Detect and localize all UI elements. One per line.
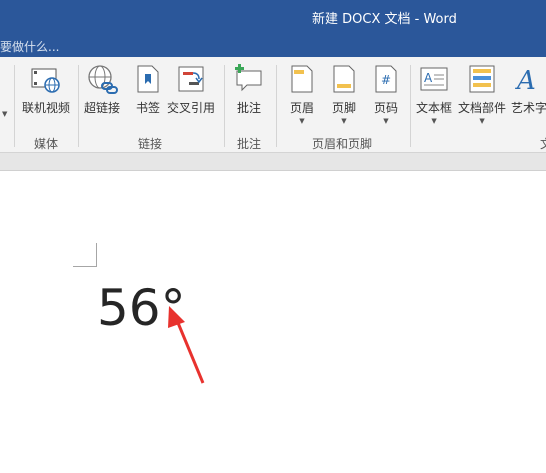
document-page[interactable] (0, 171, 546, 473)
tell-me-bar: 要做什么... (0, 35, 546, 57)
comment-label: 批注 (236, 101, 261, 115)
page-number-icon: # (370, 63, 402, 95)
footer-button[interactable]: 页脚 ▼ (328, 63, 360, 125)
chevron-down-icon[interactable]: ▼ (299, 118, 304, 125)
bookmark-label: 书签 (135, 101, 160, 115)
footer-icon (328, 63, 360, 95)
title-bar: 新建 DOCX 文档 - Word (0, 0, 546, 35)
quick-parts-icon (466, 63, 498, 95)
document-text[interactable]: 56° (97, 279, 186, 337)
text-box-label: 文本框 (416, 101, 453, 115)
cross-reference-label: 交叉引用 (167, 101, 216, 115)
group-label-comments: 批注 (237, 137, 262, 151)
page-number-label: 页码 (373, 101, 398, 115)
chevron-down-icon[interactable]: ▼ (479, 118, 484, 125)
hyperlink-label: 超链接 (84, 101, 121, 115)
quick-parts-label: 文档部件 (458, 101, 507, 115)
bookmark-icon (132, 63, 164, 95)
svg-text:A: A (515, 66, 536, 95)
group-label-media: 媒体 (34, 137, 59, 151)
group-separator (224, 65, 225, 147)
ribbon-insert: ▼ 联机视频 媒体 超链接 书签 交叉引用 链接 批注 批注 页眉 ▼ 页脚 ▼… (0, 57, 546, 153)
online-video-label: 联机视频 (22, 101, 71, 115)
text-box-button[interactable]: A 文本框 ▼ (416, 63, 452, 125)
svg-text:#: # (381, 73, 391, 87)
bookmark-button[interactable]: 书签 (132, 63, 164, 116)
wordart-icon: A (511, 63, 543, 96)
quick-parts-button[interactable]: 文档部件 ▼ (458, 63, 506, 125)
chevron-down-icon[interactable]: ▼ (431, 118, 436, 125)
chevron-down-icon[interactable]: ▼ (341, 118, 346, 125)
header-label: 页眉 (289, 101, 314, 115)
cross-reference-button[interactable]: 交叉引用 (167, 63, 215, 116)
group-separator (276, 65, 277, 147)
text-box-icon: A (418, 63, 450, 95)
group-separator (78, 65, 79, 147)
chevron-down-icon[interactable]: ▼ (383, 118, 388, 125)
group-separator (410, 65, 411, 147)
margin-corner-mark (96, 243, 97, 267)
group-label-text: 文 (540, 135, 546, 152)
chevron-down-icon[interactable]: ▼ (2, 111, 7, 118)
svg-text:A: A (424, 71, 433, 85)
wordart-button[interactable]: A 艺术字 (511, 63, 546, 116)
online-video-button[interactable]: 联机视频 (22, 63, 70, 116)
group-label-header-footer: 页眉和页脚 (312, 137, 373, 151)
header-icon (286, 63, 318, 95)
globe-link-icon (86, 63, 118, 95)
wordart-label: 艺术字 (511, 101, 546, 115)
header-button[interactable]: 页眉 ▼ (286, 63, 318, 125)
hyperlink-button[interactable]: 超链接 (84, 63, 120, 116)
tell-me-input[interactable]: 要做什么... (0, 38, 59, 55)
window-title: 新建 DOCX 文档 - Word (312, 12, 457, 27)
group-separator (14, 65, 15, 147)
group-label-links: 链接 (138, 137, 163, 151)
ruler-gap (0, 153, 546, 171)
cross-reference-icon (175, 63, 207, 95)
film-globe-icon (30, 63, 62, 95)
comment-button[interactable]: 批注 (233, 63, 265, 116)
footer-label: 页脚 (331, 101, 356, 115)
margin-corner-mark (73, 266, 97, 267)
page-number-button[interactable]: # 页码 ▼ (370, 63, 402, 125)
new-comment-icon (233, 63, 265, 95)
